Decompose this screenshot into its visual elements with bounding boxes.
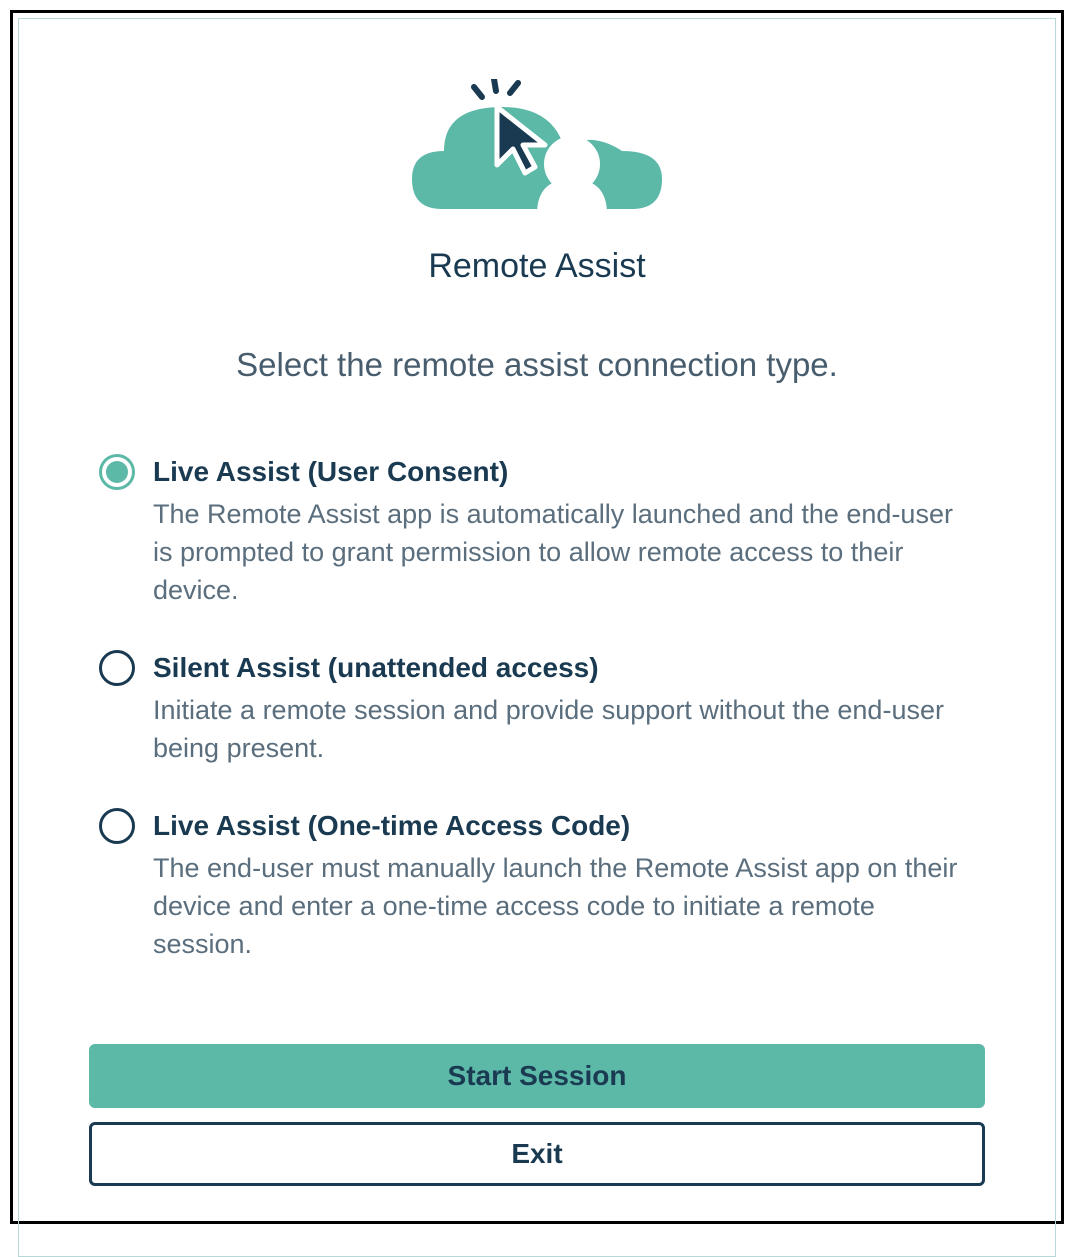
dialog-panel: Remote Assist Select the remote assist c… — [18, 18, 1056, 1257]
option-title: Silent Assist (unattended access) — [153, 650, 975, 686]
remote-assist-logo-icon — [392, 79, 682, 229]
option-silent-assist[interactable]: Silent Assist (unattended access) Initia… — [99, 650, 975, 768]
option-desc: Initiate a remote session and provide su… — [153, 692, 975, 768]
option-title: Live Assist (One-time Access Code) — [153, 808, 975, 844]
connection-type-options: Live Assist (User Consent) The Remote As… — [89, 454, 985, 964]
brand-title: Remote Assist — [428, 247, 645, 286]
radio-live-assist-code[interactable] — [99, 808, 135, 844]
logo-area: Remote Assist — [89, 79, 985, 286]
exit-button[interactable]: Exit — [89, 1122, 985, 1186]
radio-live-assist-consent[interactable] — [99, 454, 135, 490]
dialog-outer-border: Remote Assist Select the remote assist c… — [10, 10, 1064, 1224]
radio-silent-assist[interactable] — [99, 650, 135, 686]
dialog-subtitle: Select the remote assist connection type… — [89, 346, 985, 384]
dialog-buttons: Start Session Exit — [89, 1044, 985, 1186]
option-text: Live Assist (User Consent) The Remote As… — [153, 454, 975, 610]
option-desc: The Remote Assist app is automatically l… — [153, 496, 975, 609]
option-text: Silent Assist (unattended access) Initia… — [153, 650, 975, 768]
option-title: Live Assist (User Consent) — [153, 454, 975, 490]
option-live-assist-consent[interactable]: Live Assist (User Consent) The Remote As… — [99, 454, 975, 610]
option-desc: The end-user must manually launch the Re… — [153, 850, 975, 963]
option-text: Live Assist (One-time Access Code) The e… — [153, 808, 975, 964]
option-live-assist-code[interactable]: Live Assist (One-time Access Code) The e… — [99, 808, 975, 964]
start-session-button[interactable]: Start Session — [89, 1044, 985, 1108]
